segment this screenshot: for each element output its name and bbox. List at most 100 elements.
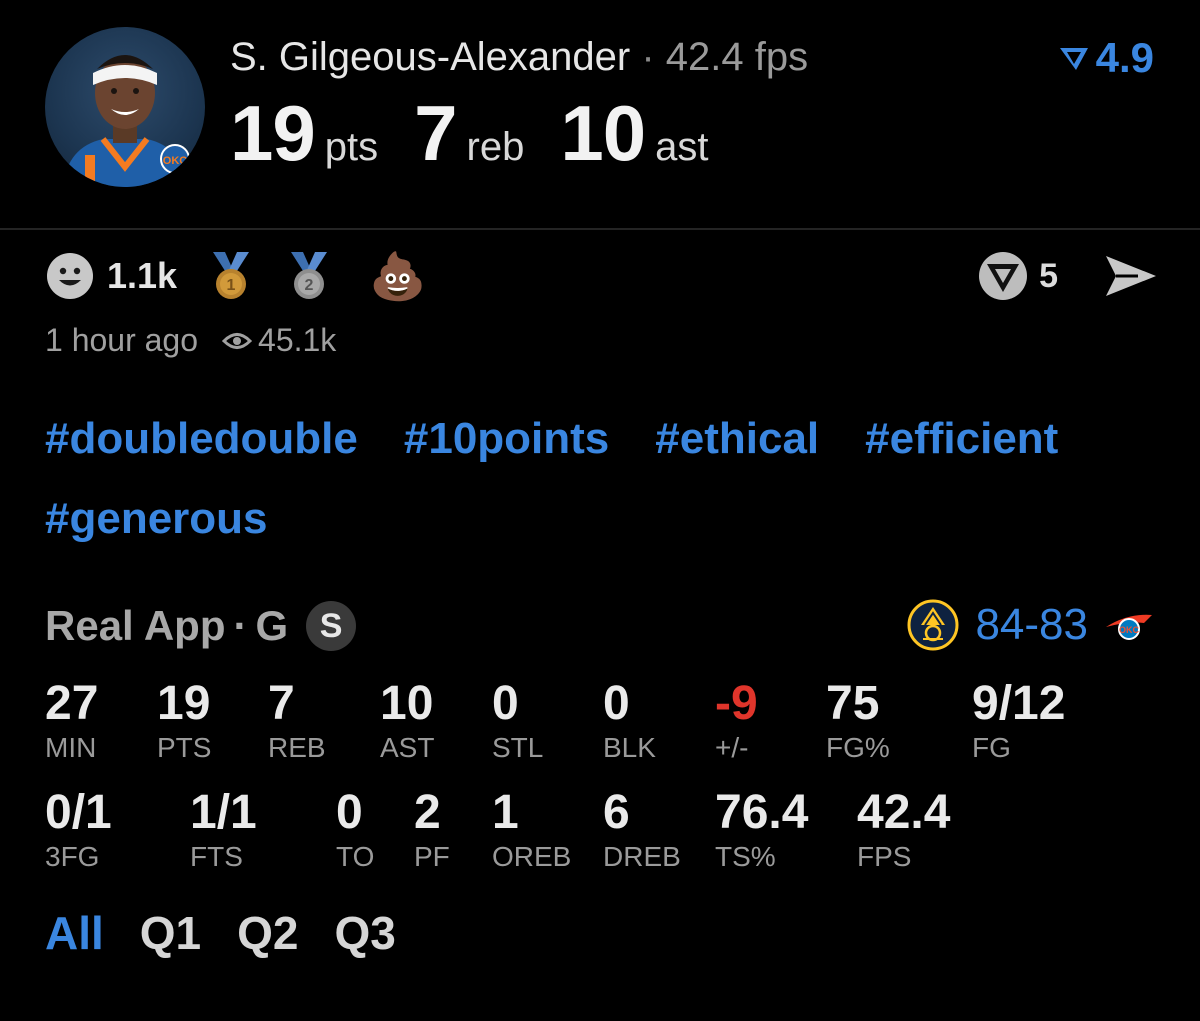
view-count: 45.1k — [258, 322, 337, 358]
name-separator: · — [641, 35, 655, 79]
stat-fps: 42.4 FPS — [857, 786, 950, 874]
hashtag[interactable]: #10points — [404, 413, 609, 465]
reactions-bar: 1.1k 1 2 💩 — [45, 250, 426, 302]
stat-value: 0/1 — [45, 786, 112, 839]
tab-q3[interactable]: Q3 — [335, 906, 396, 960]
nuggets-logo-icon — [907, 599, 959, 651]
stat-3fg: 0/1 3FG — [45, 786, 112, 874]
fps-score: 42.4 fps — [665, 35, 809, 79]
stat-label: STL — [492, 732, 544, 763]
gold-medal-number: 1 — [227, 277, 236, 294]
stat-oreb: 1 OREB — [492, 786, 571, 874]
stat-to: 0 TO — [336, 786, 374, 874]
svg-text:OKC: OKC — [163, 155, 188, 167]
view-count-group: 45.1k — [222, 322, 336, 359]
game-source: Real App · G S — [45, 598, 357, 654]
stat-min: 27 MIN — [45, 677, 98, 765]
stat-value: 2 — [414, 786, 441, 839]
vote-count: 5 — [1039, 256, 1058, 295]
vote-icon[interactable] — [977, 250, 1029, 302]
stat-fg: 9/12 FG — [972, 677, 1065, 765]
smile-reaction-count: 1.1k — [107, 255, 178, 296]
stat-label: TS% — [715, 841, 776, 872]
stat-label: BLK — [603, 732, 656, 763]
stat-value: 76.4 — [715, 786, 809, 839]
stat-label: DREB — [603, 841, 681, 872]
stat-value: 75 — [826, 677, 880, 730]
silver-medal-icon[interactable]: 2 — [287, 250, 331, 302]
headline-statline: 19 pts 7 reb 10 ast — [230, 88, 744, 179]
stat-label: FG% — [826, 732, 890, 763]
stat-value: 0 — [603, 677, 630, 730]
ast-unit: ast — [655, 125, 709, 169]
rating-badge[interactable]: 4.9 — [1058, 34, 1154, 82]
post-actions: 5 — [977, 250, 1158, 302]
stat-fts: 1/1 FTS — [190, 786, 257, 874]
player-name-line[interactable]: S. Gilgeous-Alexander · 42.4 fps — [230, 35, 808, 80]
stat-label: REB — [268, 732, 326, 763]
header-divider — [0, 228, 1200, 230]
pts-unit: pts — [324, 125, 379, 169]
starter-badge: S — [306, 601, 357, 651]
stat-value: 7 — [268, 677, 295, 730]
stat-value: 1 — [492, 786, 519, 839]
timestamp: 1 hour ago — [45, 322, 199, 358]
stat-label: 3FG — [45, 841, 100, 872]
stat-label: PF — [414, 841, 450, 872]
score-dash: - — [1024, 600, 1040, 649]
stat-value: 0 — [336, 786, 363, 839]
stat-value: 27 — [45, 677, 99, 730]
stat-label: PTS — [157, 732, 212, 763]
tab-q1[interactable]: Q1 — [140, 906, 201, 960]
stat-value: -9 — [715, 677, 758, 730]
stat-stl: 0 STL — [492, 677, 543, 765]
share-send-icon[interactable] — [1104, 254, 1158, 298]
stat-label: AST — [380, 732, 435, 763]
pts-value: 19 — [230, 89, 316, 177]
source-separator: · — [233, 602, 248, 649]
stat-label: +/- — [715, 732, 749, 763]
hashtag[interactable]: #generous — [45, 493, 268, 545]
stat-value: 6 — [603, 786, 630, 839]
stat-blk: 0 BLK — [603, 677, 656, 765]
thunder-logo-icon: OKC — [1106, 614, 1152, 640]
hashtag-list: #doubledouble #10points #ethical #effici… — [45, 413, 1165, 545]
stat-ast: 10 AST — [380, 677, 434, 765]
stat-value: 0 — [492, 677, 519, 730]
stat-value: 9/12 — [972, 677, 1066, 730]
quarter-tabs: All Q1 Q2 Q3 — [45, 906, 396, 960]
stat-label: FG — [972, 732, 1011, 763]
gold-medal-icon[interactable]: 1 — [209, 250, 253, 302]
game-score[interactable]: 84-83 OKC — [907, 596, 1154, 654]
player-avatar[interactable]: OKC — [45, 27, 205, 187]
stat-label: FTS — [190, 841, 243, 872]
source-label: Real App — [45, 602, 226, 649]
stat-value: 10 — [380, 677, 434, 730]
smile-reaction-icon[interactable] — [45, 251, 95, 301]
player-name[interactable]: S. Gilgeous-Alexander — [230, 35, 630, 79]
silver-medal-number: 2 — [305, 277, 314, 294]
svg-text:OKC: OKC — [1119, 625, 1140, 635]
rating-arrow-icon — [1059, 48, 1088, 70]
eye-icon — [222, 332, 253, 349]
reb-value: 7 — [414, 89, 457, 177]
stat-label: FPS — [857, 841, 912, 872]
tab-q2[interactable]: Q2 — [237, 906, 298, 960]
stat-ts-pct: 76.4 TS% — [715, 786, 808, 874]
stat-fg-pct: 75 FG% — [826, 677, 890, 765]
stat-reb: 7 REB — [268, 677, 326, 765]
hashtag[interactable]: #doubledouble — [45, 413, 358, 465]
hashtag[interactable]: #efficient — [865, 413, 1058, 465]
player-photo-icon: OKC — [63, 55, 190, 187]
stat-label: OREB — [492, 841, 572, 872]
stat-value: 42.4 — [857, 786, 951, 839]
rating-value: 4.9 — [1095, 34, 1154, 81]
team-a-score: 84 — [975, 600, 1025, 649]
stat-label: TO — [336, 841, 375, 872]
stat-pts: 19 PTS — [157, 677, 211, 765]
poop-reaction-icon[interactable]: 💩 — [369, 250, 426, 302]
stat-value: 19 — [157, 677, 211, 730]
stat-value: 1/1 — [190, 786, 257, 839]
tab-all[interactable]: All — [45, 906, 104, 960]
hashtag[interactable]: #ethical — [655, 413, 819, 465]
